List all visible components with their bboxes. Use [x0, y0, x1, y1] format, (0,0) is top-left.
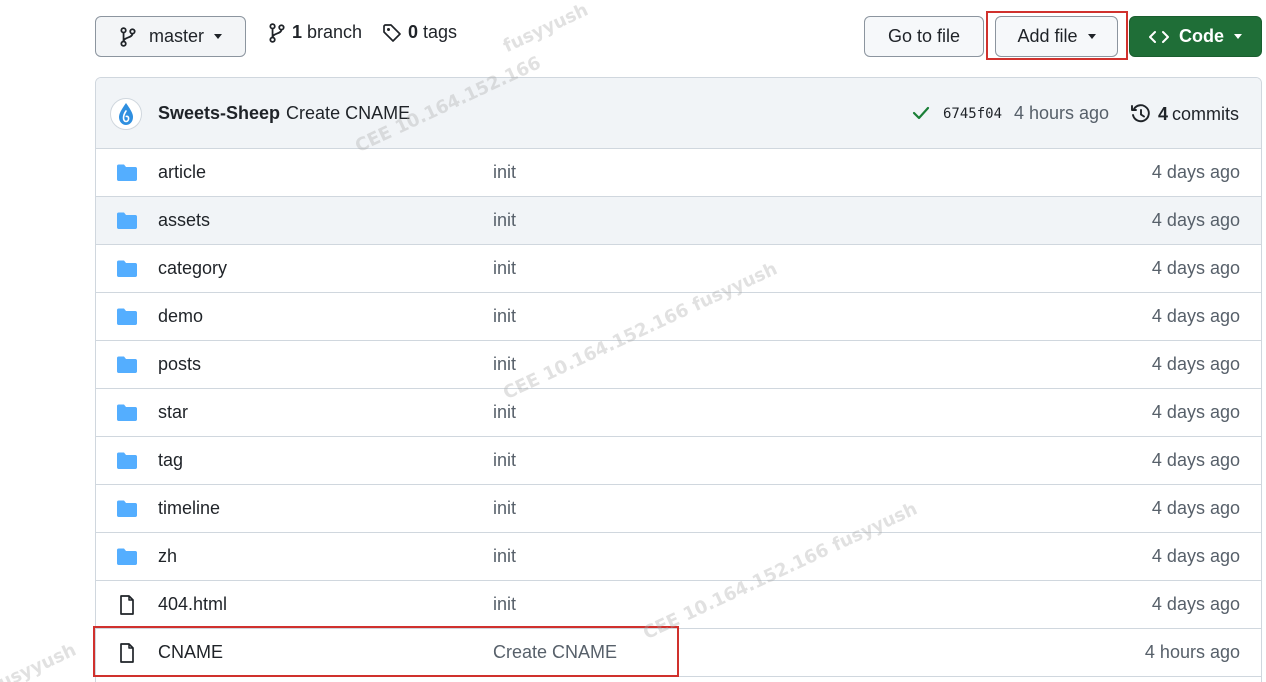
file-name[interactable]: assets — [158, 210, 210, 231]
commit-summary: Sweets-Sheep Create CNAME — [158, 103, 410, 124]
latest-commit-bar: Sweets-Sheep Create CNAME 6745f04 4 hours… — [96, 78, 1261, 149]
file-commit-message[interactable]: init — [493, 546, 516, 567]
table-row[interactable]: demo init 4 days ago — [96, 293, 1261, 341]
file-icon — [116, 595, 138, 615]
code-icon — [1149, 29, 1169, 45]
file-name[interactable]: category — [158, 258, 227, 279]
branch-selector-button[interactable]: master — [95, 16, 246, 57]
commit-time: 4 hours ago — [1014, 103, 1110, 123]
file-name[interactable]: CNAME — [158, 642, 223, 663]
file-commit-time: 4 days ago — [1151, 594, 1240, 614]
file-commit-message[interactable]: Create CNAME — [493, 642, 617, 663]
table-row[interactable]: assets init 4 days ago — [96, 197, 1261, 245]
repo-toolbar: master 1 branch 0 tags Go to file Add fi… — [0, 0, 1266, 70]
table-row[interactable]: category init 4 days ago — [96, 245, 1261, 293]
branch-word: branch — [307, 22, 363, 42]
file-name[interactable]: tag — [158, 450, 183, 471]
add-file-label: Add file — [1017, 26, 1078, 46]
file-commit-message[interactable]: init — [493, 258, 516, 279]
file-commit-message[interactable]: init — [493, 498, 516, 519]
folder-icon — [116, 499, 138, 519]
file-commit-time: 4 days ago — [1151, 498, 1240, 518]
table-row[interactable]: 404.html init 4 days ago — [96, 581, 1261, 629]
file-commit-time: 4 days ago — [1151, 402, 1240, 422]
folder-icon — [116, 163, 138, 183]
watermark: fusyyush — [0, 639, 80, 682]
git-branch-icon — [119, 26, 137, 47]
folder-icon — [116, 259, 138, 279]
file-commit-time: 4 days ago — [1151, 354, 1240, 374]
code-label: Code — [1179, 26, 1224, 46]
chevron-down-icon — [1234, 34, 1242, 39]
file-name[interactable]: demo — [158, 306, 203, 327]
file-commit-time: 4 days ago — [1151, 258, 1240, 278]
git-branch-icon — [268, 22, 286, 43]
file-name[interactable]: timeline — [158, 498, 220, 519]
file-commit-message[interactable]: init — [493, 210, 516, 231]
table-row[interactable]: CNAME Create CNAME 4 hours ago — [96, 629, 1261, 677]
file-commit-time: 4 days ago — [1151, 306, 1240, 326]
file-commit-message[interactable]: init — [493, 354, 516, 375]
file-commit-time: 4 days ago — [1151, 210, 1240, 230]
repo-page: master 1 branch 0 tags Go to file Add fi… — [0, 0, 1266, 682]
file-commit-time: 4 hours ago — [1144, 642, 1240, 662]
file-icon — [116, 643, 138, 663]
folder-icon — [116, 547, 138, 567]
file-commit-message[interactable]: init — [493, 402, 516, 423]
branch-count: 1 — [292, 22, 303, 42]
commits-count: 4 — [1158, 103, 1169, 124]
table-row[interactable]: tag init 4 days ago — [96, 437, 1261, 485]
folder-icon — [116, 403, 138, 423]
go-to-file-label: Go to file — [887, 26, 961, 46]
table-row[interactable]: posts init 4 days ago — [96, 341, 1261, 389]
tag-icon — [382, 23, 402, 43]
commit-sha[interactable]: 6745f04 — [943, 106, 1002, 122]
table-row[interactable]: timeline init 4 days ago — [96, 485, 1261, 533]
folder-icon — [116, 451, 138, 471]
branch-name: master — [148, 26, 204, 46]
folder-icon — [116, 211, 138, 231]
file-name[interactable]: star — [158, 402, 188, 423]
folder-icon — [116, 355, 138, 375]
tag-word: tags — [423, 22, 458, 42]
tags-link[interactable]: 0 tags — [382, 22, 457, 43]
commits-word: commits — [1172, 103, 1240, 124]
go-to-file-button[interactable]: Go to file — [864, 16, 984, 57]
commit-author[interactable]: Sweets-Sheep — [158, 103, 280, 123]
file-commit-message[interactable]: init — [493, 162, 516, 183]
folder-icon — [116, 307, 138, 327]
check-icon — [912, 105, 930, 126]
code-button[interactable]: Code — [1129, 16, 1262, 57]
table-row[interactable]: article init 4 days ago — [96, 149, 1261, 197]
commit-message[interactable]: Create CNAME — [286, 103, 410, 123]
file-commit-message[interactable]: init — [493, 450, 516, 471]
table-row[interactable]: star init 4 days ago — [96, 389, 1261, 437]
file-commit-time: 4 days ago — [1151, 546, 1240, 566]
file-name[interactable]: zh — [158, 546, 177, 567]
table-row[interactable]: zh init 4 days ago — [96, 533, 1261, 581]
add-file-button[interactable]: Add file — [995, 16, 1118, 57]
file-commit-message[interactable]: init — [493, 594, 516, 615]
file-commit-time: 4 days ago — [1151, 450, 1240, 470]
file-name[interactable]: posts — [158, 354, 201, 375]
chevron-down-icon — [214, 34, 222, 39]
history-icon — [1130, 103, 1152, 125]
file-commit-message[interactable]: init — [493, 306, 516, 327]
branches-link[interactable]: 1 branch — [268, 22, 362, 43]
file-commit-time: 4 days ago — [1151, 162, 1240, 182]
file-list: article init 4 days ago assets init 4 da… — [96, 149, 1261, 677]
commits-history-link[interactable]: 4 commits — [1130, 103, 1239, 125]
file-browser: Sweets-Sheep Create CNAME 6745f04 4 hours… — [95, 77, 1262, 682]
avatar[interactable] — [110, 98, 142, 130]
file-name[interactable]: article — [158, 162, 206, 183]
tag-count: 0 — [408, 22, 419, 42]
chevron-down-icon — [1087, 34, 1096, 39]
file-name[interactable]: 404.html — [158, 594, 227, 615]
